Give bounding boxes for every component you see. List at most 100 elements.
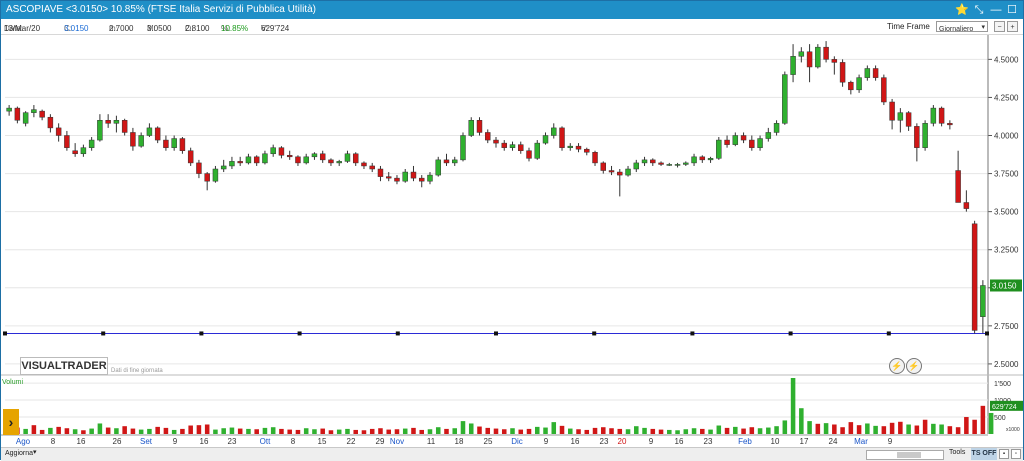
lightning-icon[interactable]: ⚡: [906, 358, 922, 374]
line-handle: [985, 331, 989, 336]
vol-tick-label: 1'500: [994, 381, 1011, 388]
volume-bar: [394, 429, 400, 434]
candle: [443, 159, 450, 164]
volume-bar: [658, 429, 664, 434]
candle: [509, 144, 516, 148]
y-tick-label: 3.7500: [994, 170, 1019, 179]
minimize-button[interactable]: —: [988, 3, 1004, 17]
volume-bar: [460, 421, 466, 434]
timeframe-select[interactable]: Giornaliero ▾: [936, 21, 988, 33]
volume-bar: [815, 423, 821, 434]
chevron-down-icon[interactable]: ▾: [33, 448, 37, 456]
candle: [80, 147, 87, 155]
volume-bar: [444, 428, 449, 434]
resize-icon[interactable]: ⤡: [971, 3, 987, 17]
volume-bar: [675, 430, 680, 434]
title-bar: ASCOPIAVE <3.0150> 10.85% (FTSE Italia S…: [1, 1, 1023, 19]
candle: [872, 68, 879, 78]
candle: [171, 138, 177, 148]
expand-arrow-icon[interactable]: ›: [3, 409, 19, 435]
lightning-icon[interactable]: ⚡: [889, 358, 905, 374]
update-button[interactable]: Aggiorna: [5, 450, 33, 457]
x-tick-label: 9: [888, 437, 893, 446]
volume-bar: [64, 428, 70, 434]
volume-bar: [345, 428, 350, 434]
volume-bar: [625, 429, 631, 434]
candle: [204, 173, 210, 182]
volume-bar: [402, 428, 408, 434]
maximize-button[interactable]: ☐: [1004, 3, 1020, 17]
layout-icon[interactable]: ▫: [1011, 449, 1021, 459]
candle: [328, 159, 334, 164]
line-handle: [3, 331, 7, 336]
star-icon[interactable]: ⭐: [954, 3, 970, 17]
x-tick-label: 8: [51, 437, 56, 446]
candle: [930, 107, 937, 124]
minus-icon[interactable]: −: [994, 21, 1005, 32]
candle: [938, 107, 945, 124]
volume-bar: [898, 421, 903, 434]
volume-bar: [955, 427, 961, 434]
volume-bar: [700, 428, 705, 434]
candle: [534, 142, 540, 159]
volume-bar: [435, 427, 441, 434]
candle: [352, 153, 359, 164]
candle: [699, 156, 706, 161]
volume-bar: [881, 426, 887, 434]
y-tick-label: 4.0000: [994, 132, 1019, 141]
settings-icon[interactable]: ▪: [999, 449, 1009, 459]
x-tick-label: Mar: [854, 437, 868, 446]
volume-bar: [180, 428, 185, 434]
candle: [848, 81, 854, 91]
x-tick-label: Nov: [390, 437, 404, 446]
max-value: 3.0500: [147, 24, 172, 33]
tools-button[interactable]: Tools: [949, 449, 965, 456]
candle: [72, 150, 78, 155]
scroll-thumb[interactable]: [897, 452, 921, 458]
candle: [212, 168, 219, 182]
volume-bar: [609, 428, 614, 434]
x-tick-label: 9: [173, 437, 178, 446]
candle: [674, 164, 681, 166]
candle: [567, 145, 573, 148]
volume-bar: [988, 412, 994, 434]
candle: [187, 150, 194, 164]
candle: [319, 153, 326, 161]
volume-bar: [634, 426, 639, 434]
volume-bar: [741, 428, 746, 434]
volume-bar: [386, 429, 391, 434]
candle: [394, 177, 400, 182]
plus-icon[interactable]: +: [1007, 21, 1018, 32]
pct-value: 10.85%: [221, 24, 249, 33]
candle: [435, 159, 441, 176]
candle: [542, 135, 549, 144]
volume-bar: [931, 423, 936, 434]
volume-bar: [427, 429, 433, 434]
x-tick-label: 24: [829, 437, 838, 446]
volume-bar: [493, 428, 499, 434]
volume-bar: [559, 425, 565, 434]
volume-bar: [246, 428, 251, 434]
horizontal-scrollbar[interactable]: [866, 450, 944, 460]
x-tick-label: 9: [649, 437, 654, 446]
x-tick-label: 10: [771, 437, 780, 446]
candle: [47, 116, 54, 129]
volume-bar: [551, 422, 557, 434]
candle: [749, 139, 755, 148]
candle: [377, 168, 384, 177]
chevron-down-icon: ▾: [981, 24, 985, 31]
volume-bar: [336, 429, 342, 434]
candle: [121, 120, 128, 133]
candle: [592, 152, 598, 164]
candle: [963, 202, 970, 209]
ts-off-toggle[interactable]: TS OFF: [971, 448, 997, 460]
candle: [64, 135, 70, 148]
timeframe-label: Time Frame: [887, 22, 930, 31]
candle: [823, 46, 829, 60]
candle: [196, 162, 202, 174]
line-handle: [395, 331, 400, 336]
volume-bar: [361, 430, 367, 434]
x-tick-label: 23: [228, 437, 237, 446]
y-tick-label: 3.2500: [994, 246, 1019, 255]
price-chart[interactable]: 4.50004.25004.00003.75003.50003.25003.00…: [1, 35, 1023, 447]
